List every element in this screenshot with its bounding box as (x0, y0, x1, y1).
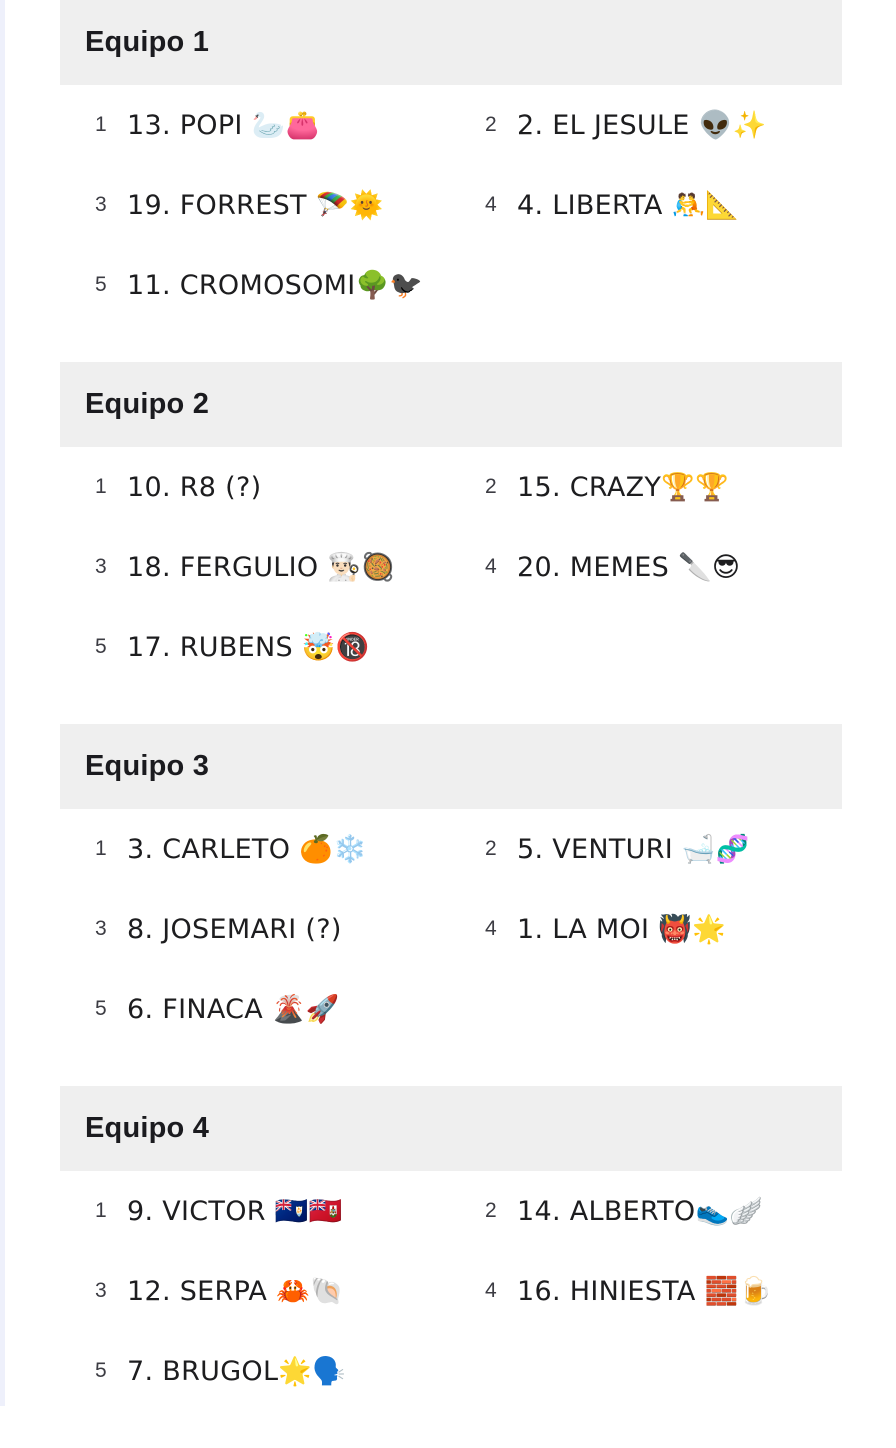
player-row: 4 1. LA MOI 👹🌟 (451, 889, 842, 969)
player-position: 3 (95, 917, 107, 940)
team-players: 1 13. POPI 🦢👛 2 2. EL JESULE 👽✨ 3 19. FO… (60, 85, 842, 362)
team-card: Equipo 2 1 10. R8 (?) 2 15. CRAZY🏆🏆 3 18… (60, 362, 842, 724)
player-name: 3. CARLETO 🍊❄️ (127, 834, 367, 865)
player-position: 2 (485, 475, 497, 498)
player-row: 4 4. LIBERTA 🤼📐 (451, 165, 842, 245)
player-row: 1 10. R8 (?) (60, 447, 451, 527)
player-position: 3 (95, 555, 107, 578)
player-row: 2 2. EL JESULE 👽✨ (451, 85, 842, 165)
player-name: 12. SERPA 🦀🐚 (127, 1276, 344, 1307)
left-edge-strip (0, 0, 5, 1406)
player-position: 4 (485, 555, 497, 578)
player-row: 2 15. CRAZY🏆🏆 (451, 447, 842, 527)
player-name: 18. FERGULIO 👨🏻‍🍳🥘 (127, 552, 396, 583)
player-row: 2 5. VENTURI 🛁🧬 (451, 809, 842, 889)
player-position: 3 (95, 1279, 107, 1302)
player-name: 6. FINACA 🌋🚀 (127, 994, 340, 1025)
player-name: 16. HINIESTA 🧱🍺 (517, 1276, 773, 1307)
team-card: Equipo 1 1 13. POPI 🦢👛 2 2. EL JESULE 👽✨… (60, 0, 842, 362)
player-row: 2 14. ALBERTO👟🪽 (451, 1171, 842, 1251)
player-position: 5 (95, 997, 107, 1020)
player-position: 1 (95, 475, 107, 498)
player-name: 15. CRAZY🏆🏆 (517, 472, 730, 503)
team-title: Equipo 2 (85, 388, 210, 420)
player-row: 4 20. MEMES 🔪😎 (451, 527, 842, 607)
teams-list: Equipo 1 1 13. POPI 🦢👛 2 2. EL JESULE 👽✨… (60, 0, 842, 1448)
player-position: 4 (485, 1279, 497, 1302)
player-row: 4 16. HINIESTA 🧱🍺 (451, 1251, 842, 1331)
player-row: 5 7. BRUGOL🌟🗣️ (60, 1331, 451, 1411)
player-row: 3 19. FORREST 🪂🌞 (60, 165, 451, 245)
team-title: Equipo 4 (85, 1112, 210, 1144)
player-name: 9. VICTOR 🇦🇮🇧🇲 (127, 1196, 343, 1227)
player-name: 5. VENTURI 🛁🧬 (517, 834, 750, 865)
team-card: Equipo 4 1 9. VICTOR 🇦🇮🇧🇲 2 14. ALBERTO👟… (60, 1086, 842, 1448)
player-row: 3 12. SERPA 🦀🐚 (60, 1251, 451, 1331)
player-name: 19. FORREST 🪂🌞 (127, 190, 384, 221)
player-position: 2 (485, 1199, 497, 1222)
player-position: 3 (95, 193, 107, 216)
player-name: 10. R8 (?) (127, 471, 262, 503)
player-row: 1 9. VICTOR 🇦🇮🇧🇲 (60, 1171, 451, 1251)
player-position: 5 (95, 273, 107, 296)
player-name: 8. JOSEMARI (?) (127, 913, 342, 945)
player-name: 4. LIBERTA 🤼📐 (517, 190, 740, 221)
player-position: 4 (485, 193, 497, 216)
player-row: 5 11. CROMOSOMI🌳🐦‍⬛ (60, 245, 451, 325)
player-position: 2 (485, 113, 497, 136)
player-name: 13. POPI 🦢👛 (127, 110, 320, 141)
player-position: 2 (485, 837, 497, 860)
team-players: 1 3. CARLETO 🍊❄️ 2 5. VENTURI 🛁🧬 3 8. JO… (60, 809, 842, 1086)
player-row: 1 3. CARLETO 🍊❄️ (60, 809, 451, 889)
team-header: Equipo 4 (60, 1086, 842, 1171)
player-position: 5 (95, 1359, 107, 1382)
player-name: 20. MEMES 🔪😎 (517, 552, 741, 583)
team-card: Equipo 3 1 3. CARLETO 🍊❄️ 2 5. VENTURI 🛁… (60, 724, 842, 1086)
team-header: Equipo 2 (60, 362, 842, 447)
team-title: Equipo 1 (85, 26, 210, 58)
player-row: 3 18. FERGULIO 👨🏻‍🍳🥘 (60, 527, 451, 607)
player-name: 7. BRUGOL🌟🗣️ (127, 1356, 347, 1387)
player-position: 5 (95, 635, 107, 658)
player-row: 5 6. FINACA 🌋🚀 (60, 969, 451, 1049)
player-name: 14. ALBERTO👟🪽 (517, 1196, 764, 1227)
player-position: 1 (95, 837, 107, 860)
player-name: 2. EL JESULE 👽✨ (517, 110, 767, 141)
player-row: 5 17. RUBENS 🤯🔞 (60, 607, 451, 687)
player-name: 17. RUBENS 🤯🔞 (127, 632, 370, 663)
player-position: 1 (95, 1199, 107, 1222)
player-position: 4 (485, 917, 497, 940)
team-players: 1 9. VICTOR 🇦🇮🇧🇲 2 14. ALBERTO👟🪽 3 12. S… (60, 1171, 842, 1448)
player-row: 3 8. JOSEMARI (?) (60, 889, 451, 969)
player-name: 11. CROMOSOMI🌳🐦‍⬛ (127, 270, 424, 301)
player-row: 1 13. POPI 🦢👛 (60, 85, 451, 165)
player-position: 1 (95, 113, 107, 136)
team-header: Equipo 3 (60, 724, 842, 809)
team-title: Equipo 3 (85, 750, 210, 782)
player-name: 1. LA MOI 👹🌟 (517, 914, 726, 945)
team-header: Equipo 1 (60, 0, 842, 85)
team-players: 1 10. R8 (?) 2 15. CRAZY🏆🏆 3 18. FERGULI… (60, 447, 842, 724)
